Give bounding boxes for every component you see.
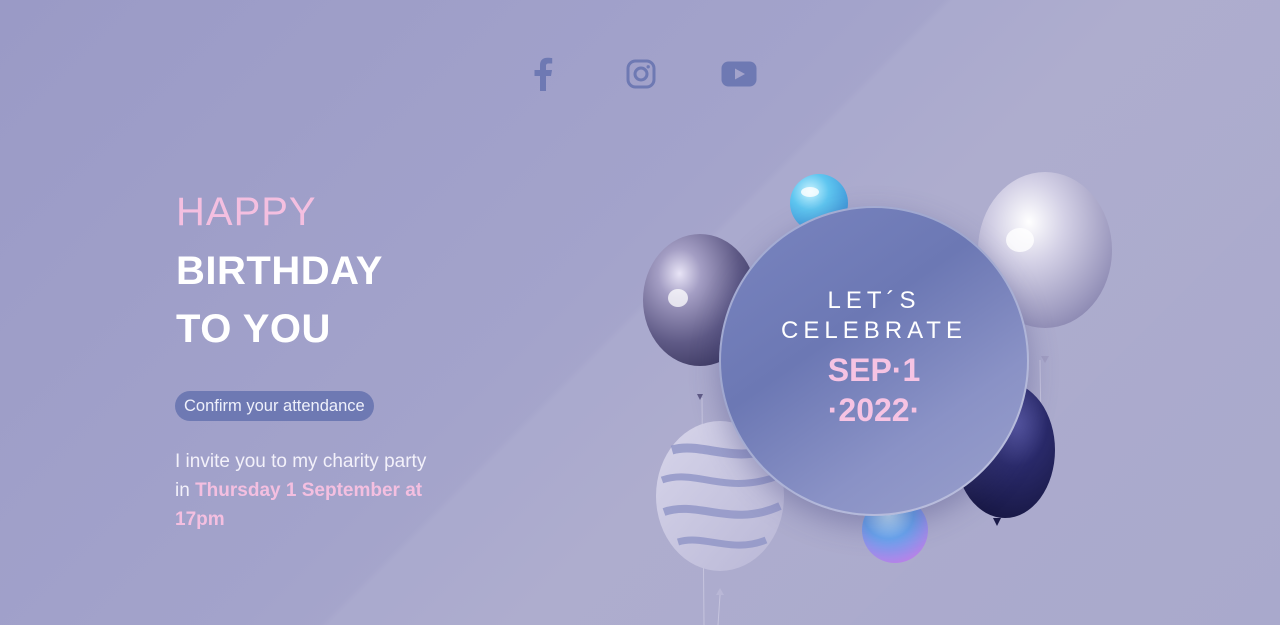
instagram-link[interactable] bbox=[624, 56, 658, 92]
badge-year: ·2022· bbox=[827, 392, 921, 428]
balloon-cluster: LET´S CELEBRATE SEP·1 ·2022· bbox=[600, 150, 1160, 625]
facebook-link[interactable] bbox=[528, 56, 558, 92]
facebook-icon bbox=[534, 57, 553, 91]
headline-to-you: TO YOU bbox=[176, 307, 331, 351]
headline-happy: HAPPY bbox=[176, 190, 317, 234]
headline-birthday: BIRTHDAY bbox=[176, 249, 383, 293]
badge-date: SEP·1 bbox=[827, 352, 921, 388]
celebrate-badge: LET´S CELEBRATE SEP·1 ·2022· bbox=[719, 206, 1029, 516]
instagram-icon bbox=[626, 59, 656, 89]
badge-lets: LET´S bbox=[827, 287, 921, 314]
youtube-link[interactable] bbox=[720, 56, 758, 92]
youtube-icon bbox=[721, 61, 757, 87]
badge-celebrate: CELEBRATE bbox=[781, 317, 967, 344]
headline: HAPPY BIRTHDAY TO YOU bbox=[176, 188, 383, 358]
invite-text: I invite you to my charity party in Thur… bbox=[175, 447, 435, 534]
invite-date-highlight: Thursday 1 September at 17pm bbox=[175, 480, 423, 530]
social-links bbox=[528, 56, 768, 92]
confirm-attendance-button[interactable]: Confirm your attendance bbox=[175, 391, 374, 421]
